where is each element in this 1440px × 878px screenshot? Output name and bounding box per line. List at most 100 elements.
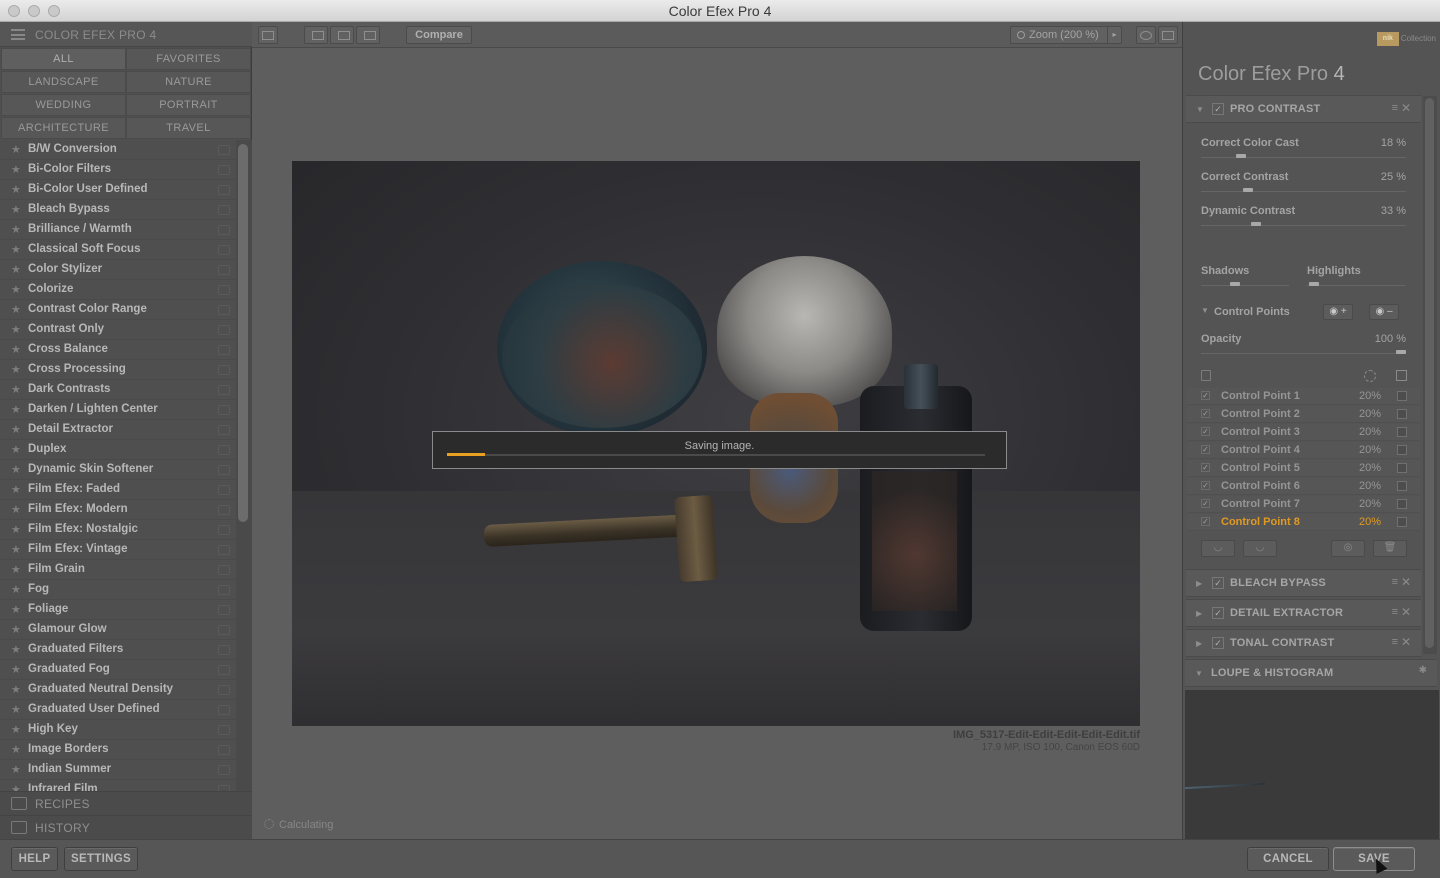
enable-checkbox[interactable]: ✓ (1212, 577, 1224, 589)
category-tab[interactable]: ALL (1, 48, 126, 70)
filter-list-item[interactable]: ★ Foliage (0, 600, 236, 620)
favorite-star-icon[interactable]: ★ (11, 763, 21, 776)
filter-history-icon[interactable] (218, 625, 230, 635)
filter-history-icon[interactable] (218, 405, 230, 415)
control-point-row[interactable]: ✓ Control Point 3 20% (1187, 424, 1420, 441)
filter-history-icon[interactable] (218, 485, 230, 495)
filter-list-item[interactable]: ★ Detail Extractor (0, 420, 236, 440)
filter-list-item[interactable]: ★ Bleach Bypass (0, 200, 236, 220)
cp-mask-box[interactable] (1397, 481, 1407, 491)
enable-checkbox[interactable]: ✓ (1212, 607, 1224, 619)
favorite-star-icon[interactable]: ★ (11, 703, 21, 716)
filter-menu-icon[interactable]: ≡ (1392, 102, 1398, 114)
filter-list-item[interactable]: ★ Graduated User Defined (0, 700, 236, 720)
expand-triangle-icon[interactable]: ▶ (1196, 639, 1202, 648)
filter-header[interactable]: ▶ ✓ TONAL CONTRAST ≡ ✕ (1186, 629, 1421, 657)
filter-menu-icon[interactable]: ≡ (1392, 606, 1398, 618)
ungroup-button[interactable]: ◡ (1243, 540, 1277, 557)
filter-history-icon[interactable] (218, 305, 230, 315)
filter-history-icon[interactable] (218, 645, 230, 655)
category-tab[interactable]: NATURE (126, 71, 251, 93)
filter-list-item[interactable]: ★ Graduated Filters (0, 640, 236, 660)
filter-list-item[interactable]: ★ Cross Balance (0, 340, 236, 360)
pin-icon[interactable]: ✱ (1419, 665, 1427, 676)
filter-history-icon[interactable] (218, 285, 230, 295)
category-tab[interactable]: PORTRAIT (126, 94, 251, 116)
filter-list-item[interactable]: ★ Duplex (0, 440, 236, 460)
filter-history-icon[interactable] (218, 665, 230, 675)
filter-menu-icon[interactable]: ≡ (1392, 636, 1398, 648)
filter-header-pro-contrast[interactable]: ▼ ✓ PRO CONTRAST ≡ ✕ (1186, 95, 1421, 123)
filter-list-item[interactable]: ★ Classical Soft Focus (0, 240, 236, 260)
favorite-star-icon[interactable]: ★ (11, 663, 21, 676)
control-point-row[interactable]: ✓ Control Point 4 20% (1187, 442, 1420, 459)
compare-button[interactable]: Compare (406, 26, 472, 44)
filter-list-item[interactable]: ★ Graduated Neutral Density (0, 680, 236, 700)
filter-list-item[interactable]: ★ Dark Contrasts (0, 380, 236, 400)
filter-history-icon[interactable] (218, 345, 230, 355)
control-point-row[interactable]: ✓ Control Point 1 20% (1187, 388, 1420, 405)
filter-history-icon[interactable] (218, 765, 230, 775)
favorite-star-icon[interactable]: ★ (11, 343, 21, 356)
filter-list-item[interactable]: ★ Glamour Glow (0, 620, 236, 640)
favorite-star-icon[interactable]: ★ (11, 383, 21, 396)
zoom-control[interactable]: Zoom (200 %) ▸ (1010, 26, 1122, 44)
favorite-star-icon[interactable]: ★ (11, 303, 21, 316)
filter-list-item[interactable]: ★ Indian Summer (0, 760, 236, 780)
param-slider[interactable]: Correct Contrast 25 % (1201, 171, 1406, 192)
scrollbar-thumb[interactable] (1425, 98, 1434, 648)
filter-history-icon[interactable] (218, 705, 230, 715)
delete-point-button[interactable]: 🗑 (1373, 540, 1407, 557)
cp-mask-box[interactable] (1397, 445, 1407, 455)
filter-list-item[interactable]: ★ Brilliance / Warmth (0, 220, 236, 240)
favorite-star-icon[interactable]: ★ (11, 503, 21, 516)
opacity-slider[interactable]: Opacity 100 % (1201, 333, 1406, 354)
remove-filter-icon[interactable]: ✕ (1401, 575, 1411, 589)
filter-history-icon[interactable] (218, 425, 230, 435)
favorite-star-icon[interactable]: ★ (11, 323, 21, 336)
filter-history-icon[interactable] (218, 605, 230, 615)
remove-filter-icon[interactable]: ✕ (1401, 101, 1411, 115)
filter-history-icon[interactable] (218, 525, 230, 535)
favorite-star-icon[interactable]: ★ (11, 583, 21, 596)
favorite-star-icon[interactable]: ★ (11, 683, 21, 696)
filter-history-icon[interactable] (218, 585, 230, 595)
filter-list-item[interactable]: ★ Fog (0, 580, 236, 600)
favorite-star-icon[interactable]: ★ (11, 523, 21, 536)
control-point-row[interactable]: ✓ Control Point 6 20% (1187, 478, 1420, 495)
cp-mask-box[interactable] (1397, 409, 1407, 419)
help-button[interactable]: HELP (11, 847, 58, 871)
zoom-arrow-icon[interactable]: ▸ (1107, 27, 1121, 43)
filter-header[interactable]: ▶ ✓ DETAIL EXTRACTOR ≡ ✕ (1186, 599, 1421, 627)
side-by-side-button[interactable] (356, 26, 380, 44)
filter-list-item[interactable]: ★ Dynamic Skin Softener (0, 460, 236, 480)
cp-enable-checkbox[interactable]: ✓ (1201, 499, 1210, 508)
filter-list-item[interactable]: ★ Film Efex: Vintage (0, 540, 236, 560)
category-tab[interactable]: TRAVEL (126, 117, 251, 139)
control-point-row[interactable]: ✓ Control Point 2 20% (1187, 406, 1420, 423)
filter-history-icon[interactable] (218, 165, 230, 175)
favorite-star-icon[interactable]: ★ (11, 783, 21, 791)
cp-enable-checkbox[interactable]: ✓ (1201, 427, 1210, 436)
filter-list-item[interactable]: ★ Bi-Color Filters (0, 160, 236, 180)
filter-list-scrollbar[interactable] (236, 140, 252, 791)
filter-history-icon[interactable] (218, 505, 230, 515)
recipes-section[interactable]: RECIPES (0, 791, 252, 815)
favorite-star-icon[interactable]: ★ (11, 463, 21, 476)
category-tab[interactable]: LANDSCAPE (1, 71, 126, 93)
show-selection-icon[interactable] (1364, 370, 1376, 382)
favorite-star-icon[interactable]: ★ (11, 203, 21, 216)
category-tab[interactable]: ARCHITECTURE (1, 117, 126, 139)
favorite-star-icon[interactable]: ★ (11, 603, 21, 616)
enable-checkbox[interactable]: ✓ (1212, 637, 1224, 649)
favorite-star-icon[interactable]: ★ (11, 483, 21, 496)
filter-list-item[interactable]: ★ Film Grain (0, 560, 236, 580)
filter-list-item[interactable]: ★ Film Efex: Modern (0, 500, 236, 520)
favorite-star-icon[interactable]: ★ (11, 543, 21, 556)
filter-list-item[interactable]: ★ Bi-Color User Defined (0, 180, 236, 200)
slider-track[interactable] (1201, 353, 1406, 354)
filter-history-icon[interactable] (218, 245, 230, 255)
param-slider[interactable]: Dynamic Contrast 33 % (1201, 205, 1406, 226)
group-button[interactable]: ◡ (1201, 540, 1235, 557)
category-tab[interactable]: WEDDING (1, 94, 126, 116)
